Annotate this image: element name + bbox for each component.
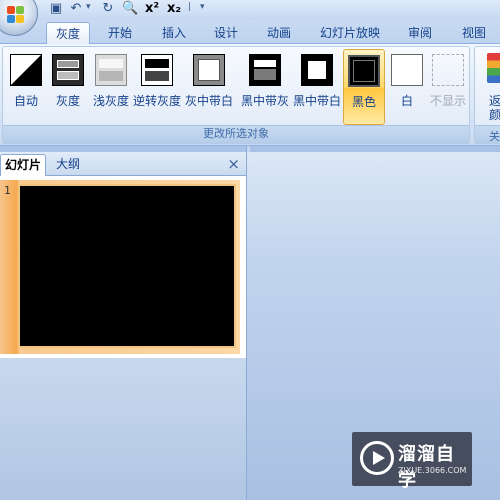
ribbon-tab-row: 灰度 开始 插入 设计 动画 幻灯片放映 审阅 视图	[0, 20, 500, 45]
play-logo-icon	[360, 441, 394, 475]
redo-icon[interactable]: ↻	[100, 1, 116, 17]
change-selected-object-group: 自动 灰度 浅灰度 逆转灰度 灰中带白 黑中带灰 黑中带白 黑色 白 不显示 更…	[2, 46, 470, 144]
office-logo-icon	[7, 6, 25, 24]
black-with-grayscale-fill-icon	[249, 54, 281, 86]
quick-access-toolbar: ▣ ↶ ▾ ↻ 🔍 x² x₂ | ▾	[0, 0, 500, 36]
ribbon: 自动 灰度 浅灰度 逆转灰度 灰中带白 黑中带灰 黑中带白 黑色 白 不显示 更…	[0, 44, 500, 146]
tab-grayscale[interactable]: 灰度	[46, 22, 90, 45]
slide-number: 1	[4, 184, 11, 197]
slides-outline-pane: 幻灯片 大纲 × 1	[0, 152, 246, 500]
black-icon	[348, 55, 380, 87]
color-view-icon	[487, 53, 500, 83]
tab-outline[interactable]: 大纲	[52, 154, 84, 176]
group-footer: 更改所选对象	[3, 125, 469, 143]
customize-toolbar-icon[interactable]: |	[188, 2, 191, 12]
undo-dropdown-icon[interactable]: ▾	[86, 2, 91, 12]
tab-review[interactable]: 审阅	[396, 22, 444, 44]
white-icon	[391, 54, 423, 86]
pane-tab-row: 幻灯片 大纲 ×	[0, 152, 246, 176]
grayscale-button[interactable]: 灰度	[49, 53, 87, 119]
dont-show-button[interactable]: 不显示	[429, 53, 467, 119]
tab-slides[interactable]: 幻灯片	[0, 154, 47, 176]
tab-animations[interactable]: 动画	[255, 22, 303, 44]
grayscale-icon	[52, 54, 84, 86]
white-button[interactable]: 白	[389, 53, 425, 119]
black-with-white-fill-button[interactable]: 黑中带白	[293, 53, 341, 119]
black-with-grayscale-fill-label: 黑中带灰	[240, 94, 289, 108]
gray-with-white-fill-label: 灰中带白	[184, 94, 233, 108]
save-icon[interactable]: ▣	[48, 1, 64, 17]
gray-with-white-fill-button[interactable]: 灰中带白	[185, 53, 233, 119]
close-pane-icon[interactable]: ×	[227, 155, 240, 173]
group-label: 更改所选对象	[203, 127, 269, 140]
watermark: 溜溜自学 ZIXUE.3066.COM	[352, 432, 472, 491]
superscript-icon[interactable]: x²	[144, 1, 160, 17]
light-grayscale-icon	[95, 54, 127, 86]
undo-icon[interactable]: ↶	[68, 1, 84, 17]
slide-thumbnail-list[interactable]: 1	[0, 176, 246, 500]
tab-design[interactable]: 设计	[202, 22, 250, 44]
inverse-grayscale-icon	[141, 54, 173, 86]
tab-slide-show[interactable]: 幻灯片放映	[316, 22, 384, 44]
black-with-white-fill-label: 黑中带白	[292, 94, 341, 108]
return-to-color-group[interactable]: 返 颜色 关	[474, 46, 500, 144]
print-preview-icon[interactable]: 🔍	[122, 1, 138, 17]
right-group-footer: 关	[475, 125, 500, 143]
tab-insert[interactable]: 插入	[150, 22, 198, 44]
subscript-icon[interactable]: x₂	[166, 1, 182, 17]
return-label-line-1: 返	[489, 94, 500, 108]
black-with-white-fill-icon	[301, 54, 333, 86]
thumbnail-list-empty-area	[0, 358, 246, 500]
gray-with-white-fill-icon	[193, 54, 225, 86]
return-label-line-2: 颜色	[489, 108, 500, 122]
dont-show-label: 不显示	[429, 94, 466, 108]
dont-show-icon	[432, 54, 464, 86]
slide-thumbnail[interactable]	[18, 184, 236, 348]
light-grayscale-button[interactable]: 浅灰度	[91, 53, 131, 119]
black-with-grayscale-fill-button[interactable]: 黑中带灰	[241, 53, 289, 119]
return-label: 返 颜色	[489, 94, 500, 122]
tab-home[interactable]: 开始	[96, 22, 144, 44]
tab-view[interactable]: 视图	[450, 22, 498, 44]
auto-button[interactable]: 自动	[7, 53, 45, 119]
close-view-label: 关	[489, 130, 500, 143]
inverse-grayscale-label: 逆转灰度	[132, 94, 181, 108]
customize-dropdown-icon[interactable]: ▾	[200, 2, 205, 12]
auto-grayscale-icon	[10, 54, 42, 86]
black-button[interactable]: 黑色	[343, 49, 385, 125]
inverse-grayscale-button[interactable]: 逆转灰度	[133, 53, 181, 119]
watermark-url: ZIXUE.3066.COM	[398, 466, 467, 475]
